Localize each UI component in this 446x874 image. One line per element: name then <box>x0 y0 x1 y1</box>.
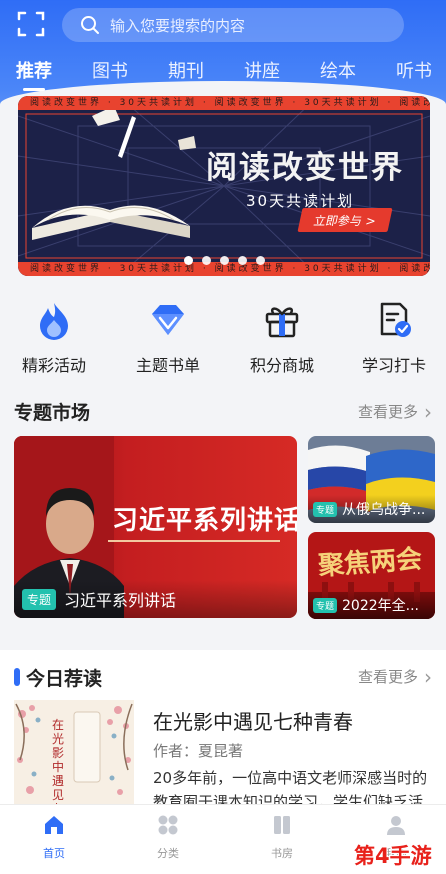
tab-books[interactable]: 图书 <box>92 57 128 83</box>
topic-tag: 专题 <box>313 597 338 613</box>
tab-journals[interactable]: 期刊 <box>168 57 204 83</box>
checkin-icon <box>380 302 411 337</box>
top-bar: 输入您要搜索的内容 <box>0 0 446 50</box>
promo-banner[interactable]: 阅读改变世界 · 30天共读计划 · 阅读改变世界 · 30天共读计划 · 阅读… <box>18 96 430 276</box>
tabbar-label: 书房 <box>271 847 293 860</box>
carousel-indicator <box>184 256 265 265</box>
carousel-dot[interactable] <box>184 256 193 265</box>
diamond-icon <box>152 305 184 335</box>
view-more-label: 查看更多 <box>357 668 418 686</box>
quick-entry-activities[interactable]: 精彩活动 <box>4 300 104 376</box>
profile-icon <box>387 816 405 835</box>
category-tabs: 推荐 图书 期刊 讲座 绘本 听书 <box>0 52 446 88</box>
chevron-right-icon: › <box>424 664 432 689</box>
tabbar-home[interactable]: 首页 <box>24 813 84 861</box>
quick-entry-label: 学习打卡 <box>361 356 426 375</box>
quick-entry-points-mall[interactable]: 积分商城 <box>232 300 332 376</box>
banner-title: 阅读改变世界 <box>206 150 404 186</box>
home-icon <box>45 816 63 834</box>
cover-title: 在光影中遇见七种青春 <box>52 718 65 810</box>
quick-entries: 精彩活动 主题书单 积分商城 学习打卡 <box>0 300 446 380</box>
quick-entry-label: 精彩活动 <box>21 356 86 375</box>
book-author: 作者：夏昆著 <box>153 742 244 760</box>
topic-card-caption-bar: 专题 习近平系列讲话 <box>14 580 297 618</box>
book-title[interactable]: 在光影中遇见七种青春 <box>153 706 353 735</box>
carousel-dot[interactable] <box>238 256 247 265</box>
today-recommend-title: 今日荐读 <box>26 668 103 690</box>
quick-entry-label: 积分商城 <box>249 356 314 375</box>
quick-entry-booklists[interactable]: 主题书单 <box>118 300 218 376</box>
tab-lectures[interactable]: 讲座 <box>244 57 280 83</box>
carousel-dot[interactable] <box>220 256 229 265</box>
view-more-label: 查看更多 <box>357 403 418 421</box>
flame-icon <box>40 303 68 340</box>
banner-top-strip: 阅读改变世界 · 30天共读计划 · 阅读改变世界 · 30天共读计划 · 阅读… <box>18 96 430 110</box>
decorative-divider <box>108 540 280 542</box>
topic-card-caption: 2022年全... <box>342 598 419 614</box>
book-cover[interactable]: 在光影中遇见七种青春 <box>14 700 134 810</box>
tabbar-label: 分类 <box>157 847 179 860</box>
bookshelf-icon <box>274 816 290 834</box>
search-placeholder: 输入您要搜索的内容 <box>110 16 246 35</box>
carousel-dot[interactable] <box>256 256 265 265</box>
topic-banner-text: 聚焦两会 <box>317 544 424 582</box>
section-accent-bar <box>14 668 20 686</box>
topic-card-caption-bar: 专题 2022年全... <box>308 591 435 619</box>
tab-audiobooks[interactable]: 听书 <box>396 57 432 83</box>
topic-card-caption-bar: 专题 从俄乌战争... <box>308 495 435 523</box>
tab-recommend[interactable]: 推荐 <box>16 57 52 83</box>
tab-picture-books[interactable]: 绘本 <box>320 57 356 83</box>
watermark-text: 第4手游 <box>354 844 432 868</box>
today-recommend-section: 今日荐读 查看更多 › 在光影中遇见七种青春 在光影中遇见七种青春 作者：夏昆著… <box>0 650 446 810</box>
scan-icon[interactable] <box>17 10 45 38</box>
search-icon <box>81 16 99 34</box>
topic-market-title: 专题市场 <box>14 402 91 424</box>
topic-card-side-1[interactable]: 专题 从俄乌战争... <box>308 436 435 523</box>
quick-entry-label: 主题书单 <box>135 356 200 375</box>
today-recommend-more[interactable]: 查看更多 › <box>358 666 432 687</box>
topic-banner-text: 习近平系列讲话 <box>112 506 297 536</box>
tabbar-category[interactable]: 分类 <box>138 813 198 861</box>
topic-card-caption: 从俄乌战争... <box>342 502 426 518</box>
gift-icon <box>265 307 299 338</box>
chevron-right-icon: › <box>424 399 432 424</box>
topic-market-more[interactable]: 查看更多 › <box>358 401 432 422</box>
tabbar-label: 首页 <box>43 847 65 860</box>
topic-tag: 专题 <box>313 501 338 517</box>
join-now-button[interactable]: 立即参与 > <box>297 208 393 232</box>
topic-card-main[interactable]: 习近平系列讲话 专题 习近平系列讲话 <box>14 436 297 618</box>
topic-card-side-2[interactable]: 聚焦两会 专题 2022年全... <box>308 532 435 619</box>
quick-entry-checkin[interactable]: 学习打卡 <box>344 300 444 376</box>
tabbar-bookshelf[interactable]: 书房 <box>252 813 312 861</box>
site-watermark: 第4手游 <box>354 840 440 870</box>
topic-tag: 专题 <box>22 588 57 610</box>
category-icon <box>158 815 178 835</box>
topic-card-caption: 习近平系列讲话 <box>64 591 177 610</box>
search-bar[interactable]: 输入您要搜索的内容 <box>62 8 404 42</box>
carousel-dot[interactable] <box>202 256 211 265</box>
cover-artwork <box>14 700 134 810</box>
